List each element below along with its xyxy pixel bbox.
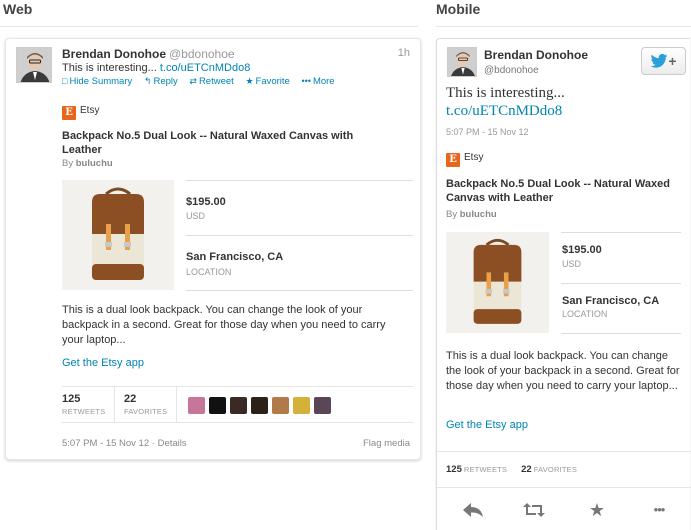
reply-icon [463,503,483,517]
tweet-text: This is interesting... t.co/uETCnMDdo8 [62,62,251,74]
reply-icon: ↰ [143,76,152,86]
card-title[interactable]: Backpack No.5 Dual Look -- Natural Waxed… [62,129,382,157]
stats-divider [437,451,691,452]
favoriter-avatar[interactable] [314,397,331,414]
card-title[interactable]: Backpack No.5 Dual Look -- Natural Waxed… [446,177,681,205]
stat-divider [114,387,115,422]
actions-divider [437,487,691,488]
etsy-logo-icon: E [62,106,76,120]
tweet-footer: 5:07 PM - 15 Nov 12 · Details [62,438,187,449]
info-divider [186,180,413,181]
tweet-timestamp[interactable]: 5:07 PM - 15 Nov 12 [62,438,149,449]
author-name[interactable]: Brendan Donohoe [484,48,588,62]
web-tweet-card: Brendan Donohoe @bdonohoe 1h This is inte… [5,38,421,460]
location-label: LOCATION [186,267,232,277]
tweet-link[interactable]: t.co/uETCnMDdo8 [160,62,250,74]
get-app-link[interactable]: Get the Etsy app [446,419,528,431]
star-icon: ★ [588,500,606,520]
author-name[interactable]: Brendan Donohoe @bdonohoe [62,47,235,61]
product-image[interactable] [446,232,549,333]
card-source[interactable]: E Etsy [62,105,99,120]
retweet-icon: ⇄ [189,76,197,86]
retweet-button[interactable] [519,497,549,523]
tweet-text: This is interesting... t.co/uETCnMDdo8 [446,85,565,119]
follow-button[interactable]: + [641,47,686,75]
web-section-label: Web [3,1,33,17]
retweets-stat[interactable]: 125 RETWEETS [446,464,521,475]
hide-summary-button[interactable]: □ Hide Summary [62,76,132,87]
location-value: San Francisco, CA [186,251,284,263]
info-divider [186,235,413,236]
tweet-stats: 125 RETWEETS 22 FAVORITES [62,386,413,423]
web-header-divider [0,26,418,27]
tweet-actions: □ Hide Summary ↰ Reply ⇄ Retweet ★ Favorite … [62,76,344,87]
summary-icon: □ [62,76,68,86]
reply-button[interactable]: ↰ Reply [144,76,178,87]
mobile-tweet-card: Brendan Donohoe @bdonohoe + This is inte… [436,38,691,530]
more-icon: ••• [301,76,311,86]
favoriter-avatar[interactable] [188,397,205,414]
card-byline: By buluchu [62,158,113,169]
price-label: USD [186,211,206,221]
info-divider [186,290,413,291]
retweets-stat[interactable]: 125 RETWEETS [62,393,105,416]
twitter-bird-icon [651,53,668,68]
price-value: $195.00 [562,244,602,256]
more-button[interactable]: ••• More [301,76,334,87]
price-label: USD [562,259,582,269]
author-avatar[interactable] [447,47,477,77]
favoriters-avatars [188,397,335,419]
card-description: This is a dual look backpack. You can ch… [62,304,386,346]
plus-icon: + [668,53,677,69]
favorite-button[interactable]: ★ [582,497,612,523]
tweet-link[interactable]: t.co/uETCnMDdo8 [446,103,562,119]
card-author[interactable]: buluchu [76,158,113,169]
location-value: San Francisco, CA [562,295,660,307]
favoriter-avatar[interactable] [230,397,247,414]
reply-button[interactable] [458,497,488,523]
flag-media-link[interactable]: Flag media [363,438,410,449]
details-link[interactable]: Details [158,438,187,449]
relative-time[interactable]: 1h [398,47,410,59]
info-divider [561,232,681,233]
price-value: $195.00 [186,196,226,208]
card-source[interactable]: E Etsy [446,152,483,167]
mobile-header-divider [436,26,691,27]
info-divider [561,283,681,284]
favoriter-avatar[interactable] [251,397,268,414]
product-image[interactable] [62,180,174,290]
retweet-icon [523,503,545,517]
tweet-timestamp: 5:07 PM - 15 Nov 12 [446,127,529,137]
etsy-logo-icon: E [446,153,460,167]
get-app-link[interactable]: Get the Etsy app [62,357,144,369]
more-button[interactable]: ••• [642,497,676,523]
favorite-button[interactable]: ★ Favorite [245,76,289,87]
mobile-action-bar: ★ ••• [437,497,691,527]
more-icon: ••• [653,502,666,517]
favorites-stat[interactable]: 22 FAVORITES [521,464,591,475]
location-label: LOCATION [562,309,608,319]
tweet-stats: 125 RETWEETS 22 FAVORITES [446,464,591,475]
stat-divider [176,387,177,422]
favorites-stat[interactable]: 22 FAVORITES [124,393,167,416]
mobile-section-label: Mobile [436,1,481,17]
card-author[interactable]: buluchu [460,209,497,220]
favoriter-avatar[interactable] [293,397,310,414]
author-handle[interactable]: @bdonohoe [169,47,235,61]
card-byline: By buluchu [446,209,497,220]
favoriter-avatar[interactable] [272,397,289,414]
info-divider [561,333,681,334]
author-avatar[interactable] [16,47,52,83]
card-description: This is a dual look backpack. You can ch… [446,350,680,392]
author-handle[interactable]: @bdonohoe [484,65,539,76]
retweet-button[interactable]: ⇄ Retweet [189,76,233,87]
star-icon: ★ [245,76,254,86]
favoriter-avatar[interactable] [209,397,226,414]
